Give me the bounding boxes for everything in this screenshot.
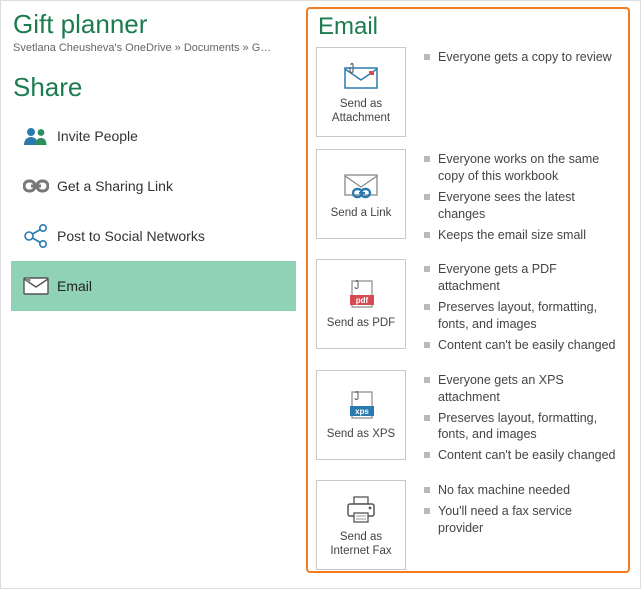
xps-file-icon: xps xyxy=(343,388,379,426)
tile-label: Send as Attachment xyxy=(321,98,401,126)
envelope-attachment-icon xyxy=(341,58,381,96)
bullet-text: Content can't be easily changed xyxy=(424,337,620,354)
option-description: Everyone gets a PDF attachment Preserves… xyxy=(424,259,620,357)
share-item-label: Invite People xyxy=(57,128,138,144)
share-item-social-networks[interactable]: Post to Social Networks xyxy=(11,211,296,261)
share-item-invite-people[interactable]: Invite People xyxy=(11,111,296,161)
send-as-internet-fax-button[interactable]: Send as Internet Fax xyxy=(316,480,406,570)
share-item-sharing-link[interactable]: Get a Sharing Link xyxy=(11,161,296,211)
link-icon xyxy=(23,179,57,193)
share-network-icon xyxy=(23,224,57,248)
share-item-label: Email xyxy=(57,278,92,294)
document-title: Gift planner xyxy=(13,9,296,40)
bullet-text: You'll need a fax service provider xyxy=(424,503,620,537)
svg-text:xps: xps xyxy=(355,407,369,416)
option-description: Everyone gets an XPS attachment Preserve… xyxy=(424,370,620,468)
bullet-text: Everyone gets a copy to review xyxy=(424,49,620,66)
tile-label: Send as XPS xyxy=(327,428,395,442)
bullet-text: Keeps the email size small xyxy=(424,227,620,244)
bullet-text: Preserves layout, formatting, fonts, and… xyxy=(424,410,620,444)
tile-label: Send a Link xyxy=(331,207,392,221)
share-heading: Share xyxy=(13,72,296,103)
tile-label: Send as Internet Fax xyxy=(321,531,401,559)
send-as-xps-button[interactable]: xps Send as XPS xyxy=(316,370,406,460)
tile-label: Send as PDF xyxy=(327,317,395,331)
people-icon xyxy=(23,126,57,146)
bullet-text: Everyone gets an XPS attachment xyxy=(424,372,620,406)
bullet-text: Everyone gets a PDF attachment xyxy=(424,261,620,295)
bullet-text: Preserves layout, formatting, fonts, and… xyxy=(424,299,620,333)
panel-title: Email xyxy=(318,13,620,41)
bullet-text: Everyone works on the same copy of this … xyxy=(424,151,620,185)
envelope-link-icon xyxy=(341,167,381,205)
share-item-label: Get a Sharing Link xyxy=(57,178,173,194)
send-a-link-button[interactable]: Send a Link xyxy=(316,149,406,239)
share-item-email[interactable]: Email xyxy=(11,261,296,311)
bullet-text: No fax machine needed xyxy=(424,482,620,499)
send-as-pdf-button[interactable]: pdf Send as PDF xyxy=(316,259,406,349)
send-as-attachment-button[interactable]: Send as Attachment xyxy=(316,47,406,137)
svg-text:pdf: pdf xyxy=(356,296,369,305)
pdf-file-icon: pdf xyxy=(343,277,379,315)
option-description: No fax machine needed You'll need a fax … xyxy=(424,480,620,541)
breadcrumb: Svetlana Cheusheva's OneDrive » Document… xyxy=(13,42,273,54)
email-options-panel: Email Send as Attachment xyxy=(306,7,630,573)
fax-printer-icon xyxy=(343,491,379,529)
bullet-text: Everyone sees the latest changes xyxy=(424,189,620,223)
bullet-text: Content can't be easily changed xyxy=(424,447,620,464)
email-icon xyxy=(23,277,57,295)
option-description: Everyone works on the same copy of this … xyxy=(424,149,620,247)
option-description: Everyone gets a copy to review xyxy=(424,47,620,70)
share-item-label: Post to Social Networks xyxy=(57,228,205,244)
